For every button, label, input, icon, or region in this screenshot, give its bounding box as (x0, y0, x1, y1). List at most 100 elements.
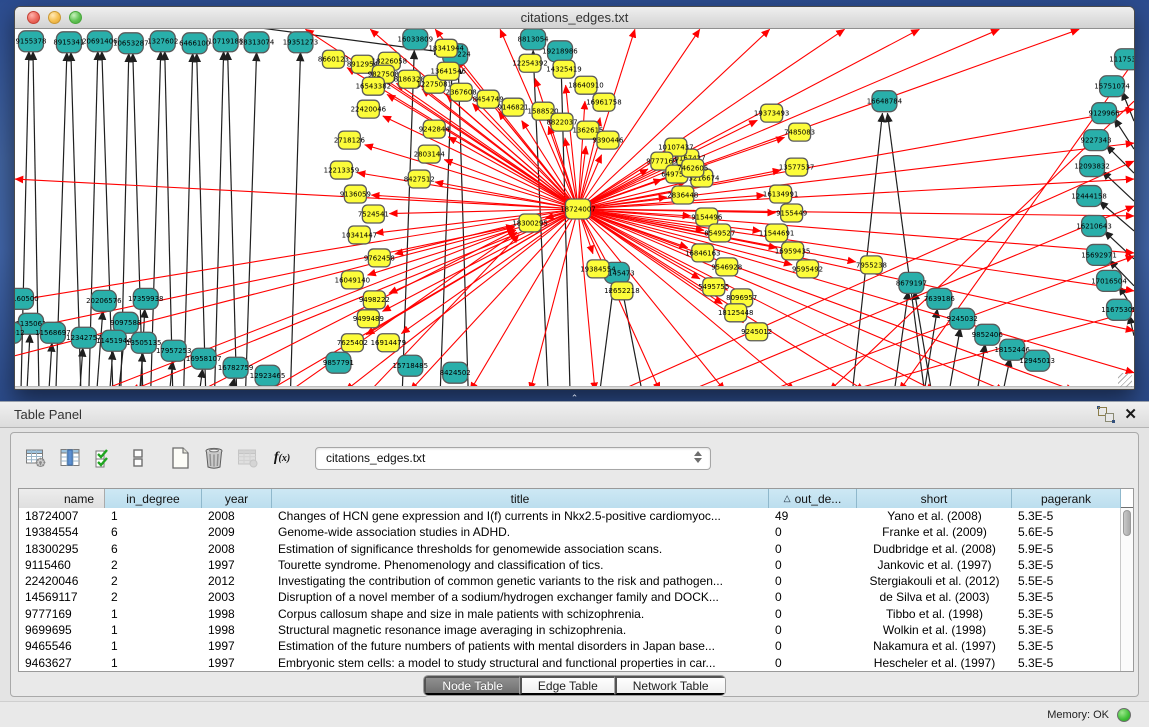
memory-indicator[interactable] (1117, 708, 1131, 722)
minimize-window-button[interactable] (48, 11, 61, 24)
graph-node[interactable]: 12652218 (604, 282, 639, 300)
graph-node[interactable]: 8424502 (440, 362, 471, 383)
graph-node[interactable]: 9245012 (741, 323, 772, 341)
column-header-in_degree[interactable]: in_degree (105, 489, 202, 508)
graph-node[interactable]: 8679197 (896, 272, 927, 293)
graph-node[interactable]: 5495755 (698, 278, 729, 296)
graph-node[interactable]: 11175324 (1109, 49, 1134, 70)
show-columns-button[interactable] (55, 444, 85, 472)
tab-edge-table[interactable]: Edge Table (520, 676, 615, 695)
column-header-pagerank[interactable]: pagerank (1012, 489, 1121, 508)
delete-table-button[interactable] (233, 444, 263, 472)
graph-node[interactable]: 9155378 (15, 31, 46, 52)
graph-node[interactable]: 7462605 (677, 159, 708, 177)
graph-node[interactable]: 14325419 (546, 60, 581, 78)
table-row[interactable]: 1938455462009Genome-wide association stu… (19, 524, 1133, 540)
graph-node[interactable]: 13577537 (779, 158, 814, 176)
graph-node[interactable]: 1327602 (147, 31, 178, 52)
window-resize-grip[interactable] (1118, 373, 1132, 387)
graph-node[interactable]: 9546928 (711, 258, 742, 276)
graph-node[interactable]: 7639186 (924, 288, 955, 309)
graph-node[interactable]: 18640910 (568, 76, 603, 94)
graph-node[interactable]: 9245032 (947, 308, 978, 329)
graph-node[interactable]: 11675305 (1101, 299, 1134, 320)
graph-node[interactable]: 9857791 (323, 352, 354, 373)
graph-node[interactable]: 12213359 (324, 161, 359, 179)
select-all-button[interactable] (89, 444, 119, 472)
graph-node[interactable]: 16914479 (371, 334, 406, 352)
table-row[interactable]: 1456911722003Disruption of a novel membe… (19, 589, 1133, 605)
graph-node[interactable]: 22420046 (351, 100, 386, 118)
table-select[interactable]: citations_edges.txt (315, 447, 711, 470)
graph-node[interactable]: 9762458 (364, 249, 395, 267)
table-row[interactable]: 946554611997Estimation of the future num… (19, 638, 1133, 654)
graph-node[interactable]: 10653287 (113, 33, 148, 54)
unselect-all-button[interactable] (123, 444, 153, 472)
column-header-short[interactable]: short (857, 489, 1012, 508)
graph-node[interactable]: 9146821 (498, 98, 529, 116)
graph-node[interactable]: 9154496 (691, 208, 722, 226)
graph-node[interactable]: 6466100 (179, 33, 210, 54)
graph-node[interactable]: 11544691 (759, 224, 794, 242)
network-canvas-container[interactable]: 9155378891534120691406106532871327602646… (15, 29, 1134, 386)
graph-node[interactable]: 10341447 (342, 226, 377, 244)
table-row[interactable]: 977716911998Corpus callosum shape and si… (19, 606, 1133, 622)
graph-node[interactable]: 16134991 (763, 185, 798, 203)
table-mode-button[interactable] (21, 444, 51, 472)
column-header-year[interactable]: year (202, 489, 272, 508)
tab-node-table[interactable]: Node Table (424, 676, 520, 695)
new-column-button[interactable] (165, 444, 195, 472)
graph-node[interactable]: 15718485 (393, 355, 428, 376)
graph-node[interactable]: 9136059 (340, 185, 371, 203)
graph-node[interactable]: 19218986 (542, 41, 577, 62)
graph-node[interactable]: 7485083 (784, 123, 815, 141)
graph-node[interactable]: 15751074 (1094, 76, 1130, 97)
graph-node[interactable]: 9227343 (1081, 130, 1112, 151)
graph-node[interactable]: 9155449 (776, 204, 807, 222)
graph-node[interactable]: 7955238 (856, 256, 887, 274)
window-titlebar[interactable]: citations_edges.txt (15, 7, 1134, 29)
graph-node[interactable]: 2718126 (334, 131, 365, 149)
graph-node[interactable]: 8915341 (53, 32, 84, 53)
graph-node[interactable]: 12923465 (250, 365, 285, 386)
table-row[interactable]: 1830029562008Estimation of significance … (19, 541, 1133, 557)
network-canvas[interactable]: 9155378891534120691406106532871327602646… (15, 29, 1134, 386)
close-window-button[interactable] (27, 11, 40, 24)
graph-node[interactable]: 8549527 (704, 224, 735, 242)
graph-node[interactable]: 16049140 (335, 271, 370, 289)
zoom-window-button[interactable] (69, 11, 82, 24)
graph-node[interactable]: 18724007 (560, 199, 595, 219)
column-header-name[interactable]: name (19, 489, 105, 508)
graph-node[interactable]: 9129966 (1089, 103, 1120, 124)
table-row[interactable]: 911546021997Tourette syndrome. Phenomeno… (19, 557, 1133, 573)
scrollbar-thumb[interactable] (1123, 510, 1131, 536)
column-header-title[interactable]: title (272, 489, 769, 508)
graph-node[interactable]: 16959435 (775, 242, 810, 260)
graph-node[interactable]: 8427512 (404, 170, 435, 188)
graph-node[interactable]: 9499489 (353, 310, 384, 328)
graph-node[interactable]: 8813054 (518, 29, 550, 50)
delete-column-button[interactable] (199, 444, 229, 472)
table-vertical-scrollbar[interactable] (1120, 508, 1133, 671)
graph-node[interactable]: 16648784 (867, 91, 903, 112)
table-row[interactable]: 946362711997Embryonic stem cells: a mode… (19, 655, 1133, 671)
graph-node[interactable]: 16961758 (586, 93, 621, 111)
graph-node[interactable]: 9595492 (792, 260, 823, 278)
graph-node[interactable]: 2803144 (414, 145, 446, 163)
close-panel-icon[interactable]: ✕ (1124, 407, 1137, 422)
graph-node[interactable]: 16782759 (218, 357, 253, 378)
graph-node[interactable]: 9852406 (972, 324, 1003, 345)
graph-node[interactable]: 9498222 (359, 291, 390, 309)
graph-node[interactable]: 9390446 (592, 131, 623, 149)
table-row[interactable]: 2242004622012Investigating the contribut… (19, 573, 1133, 589)
function-builder-button[interactable]: f(x) (267, 444, 297, 472)
column-header-out_degree[interactable]: △out_de... (769, 489, 857, 508)
graph-node[interactable]: 19373493 (754, 104, 789, 122)
graph-node[interactable]: 8660123 (318, 50, 349, 68)
table-row[interactable]: 1872400712008Changes of HCN gene express… (19, 508, 1133, 524)
graph-node[interactable]: 18313074 (239, 32, 275, 53)
graph-node[interactable]: 25160500 (15, 288, 39, 309)
table-row[interactable]: 969969511998Structural magnetic resonanc… (19, 622, 1133, 638)
graph-node[interactable]: 9242844 (419, 120, 451, 138)
tab-network-table[interactable]: Network Table (615, 676, 725, 695)
